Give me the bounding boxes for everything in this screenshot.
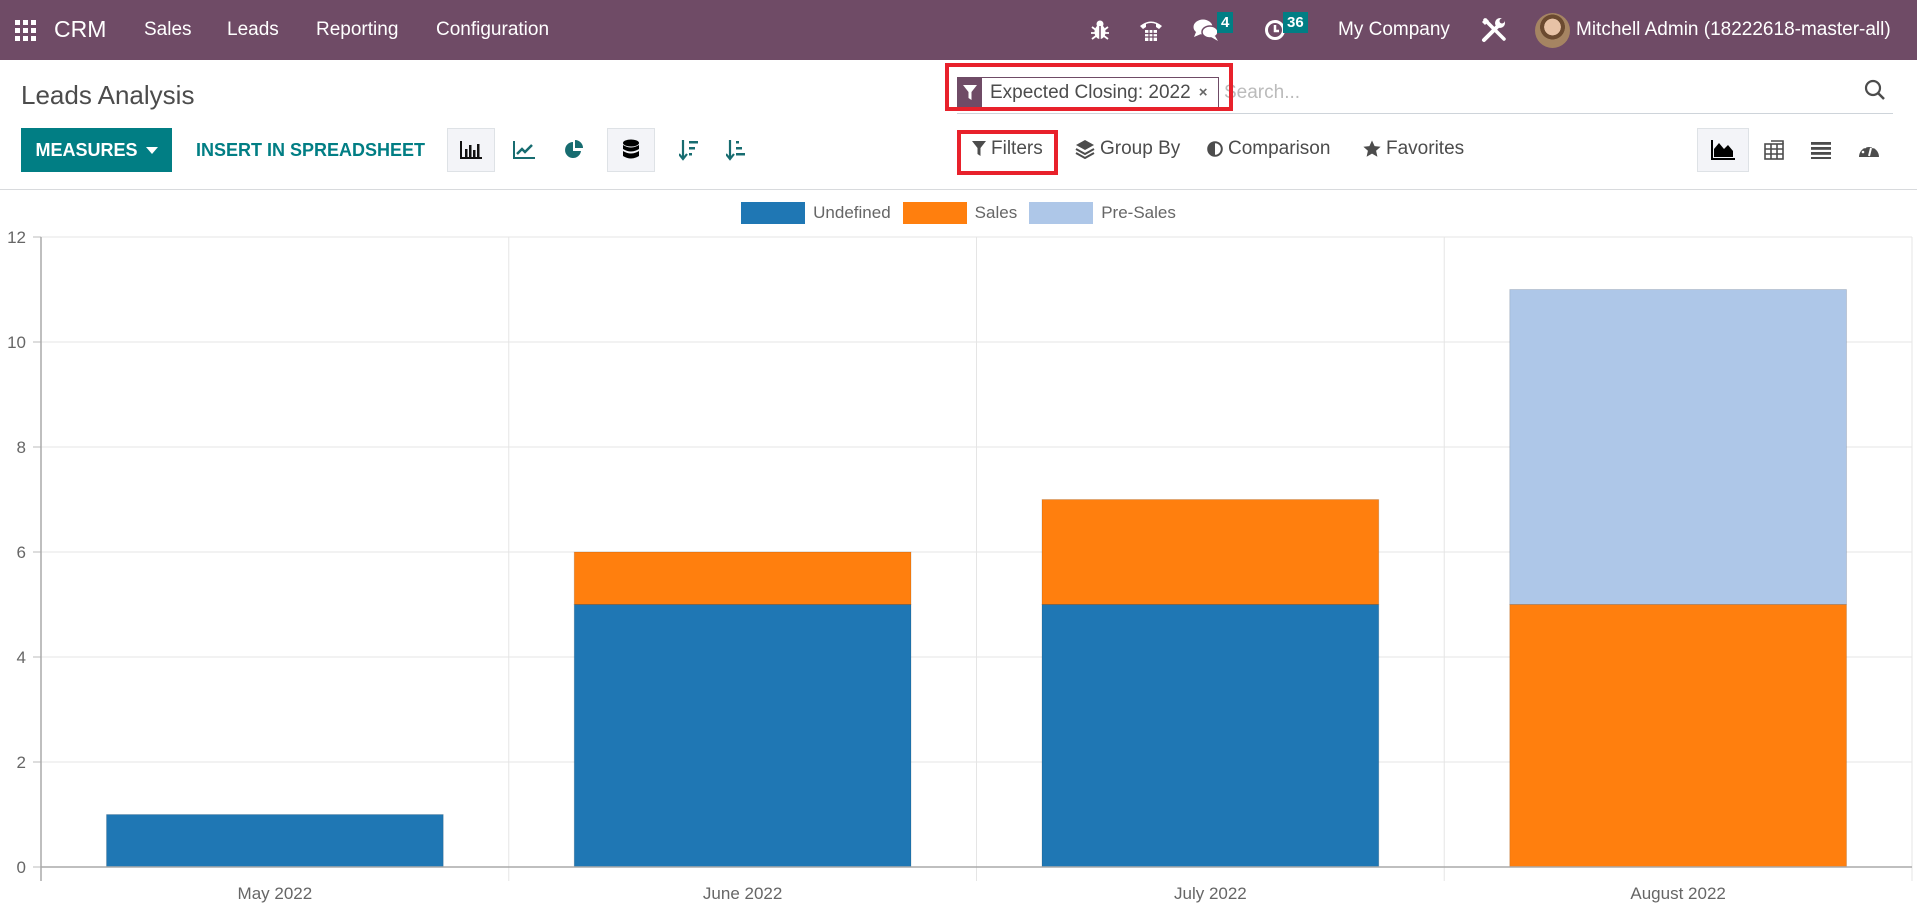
y-tick-label: 10	[7, 333, 26, 352]
bar-segment	[105, 814, 444, 868]
y-tick-label: 4	[17, 648, 26, 667]
bar-segment	[573, 604, 912, 868]
y-tick-label: 8	[17, 438, 26, 457]
x-tick-label: May 2022	[238, 884, 313, 903]
bar-segment	[1041, 499, 1380, 605]
y-tick-label: 6	[17, 543, 26, 562]
bar-segment	[1509, 604, 1848, 868]
y-tick-label: 0	[17, 858, 26, 877]
x-tick-label: August 2022	[1630, 884, 1725, 903]
bar-segment	[573, 551, 912, 605]
bar-chart: 0 2 4 6 8 10 12 May 2022 June 2022 July 2022 Augus…	[7, 228, 1913, 903]
bar-segment	[1509, 289, 1848, 605]
bar-segment	[1041, 604, 1380, 868]
x-tick-label: June 2022	[703, 884, 782, 903]
y-tick-label: 2	[17, 753, 26, 772]
x-tick-label: July 2022	[1174, 884, 1247, 903]
y-tick-label: 12	[7, 228, 26, 247]
